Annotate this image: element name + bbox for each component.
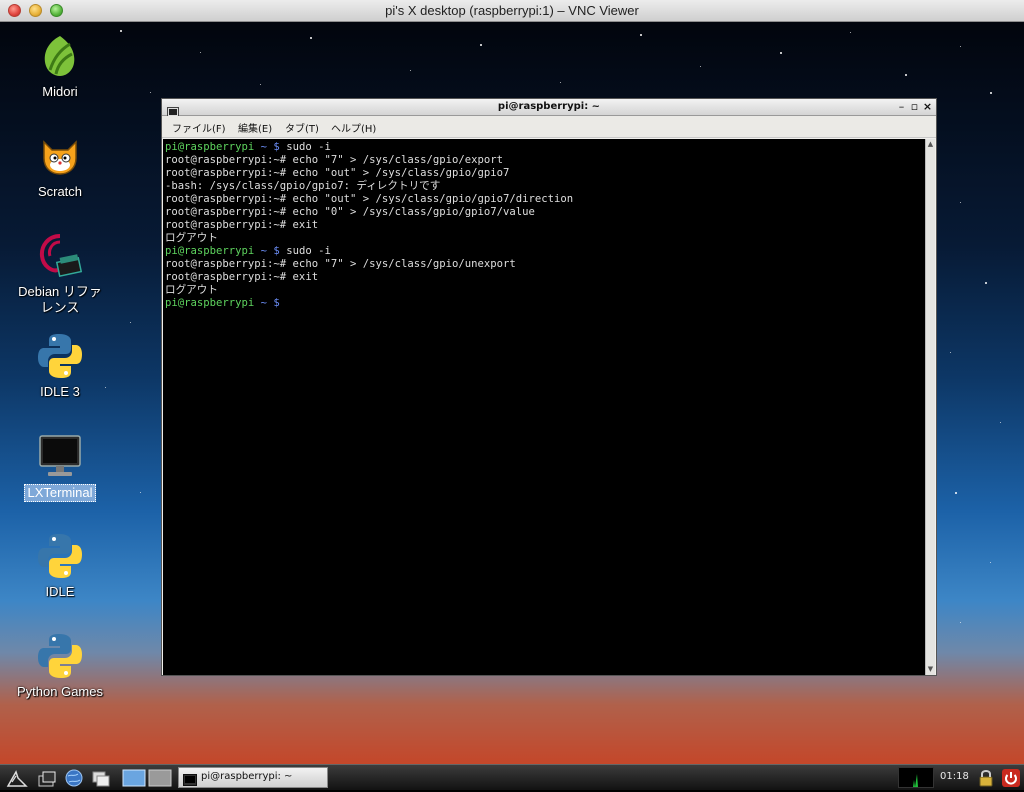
taskbar-task-terminal[interactable]: pi@raspberrypi: ~ xyxy=(178,767,328,788)
terminal-title: pi@raspberrypi: ~ xyxy=(497,101,601,112)
menu-help[interactable]: ヘルプ(H) xyxy=(331,120,376,135)
desktop-icon-label: Scratch xyxy=(37,184,83,199)
prompt-user: pi@raspberrypi xyxy=(165,141,255,153)
menu-file[interactable]: ファイル(F) xyxy=(172,120,226,135)
desktop-pager-1-icon[interactable] xyxy=(122,768,146,788)
debian-reference-icon xyxy=(36,232,84,280)
desktop-icon-scratch[interactable]: Scratch xyxy=(10,132,110,200)
lock-screen-icon[interactable] xyxy=(976,768,996,788)
terminal-line: root@raspberrypi:~# echo "7" > /sys/clas… xyxy=(165,258,925,271)
output-text: root@raspberrypi:~# echo "out" > /sys/cl… xyxy=(165,167,510,179)
power-icon[interactable] xyxy=(1001,768,1021,788)
scratch-cat-icon xyxy=(36,132,84,180)
terminal-line: root@raspberrypi:~# exit xyxy=(165,219,925,232)
desktop-icon-label: IDLE xyxy=(45,584,75,599)
output-text: ログアウト xyxy=(165,232,218,244)
command-text: sudo -i xyxy=(279,141,331,153)
prompt-path: ~ $ xyxy=(254,245,280,257)
taskbar: pi@raspberrypi: ~ 01:18 xyxy=(0,764,1024,790)
terminal-line: root@raspberrypi:~# echo "0" > /sys/clas… xyxy=(165,206,925,219)
terminal-line: pi@raspberrypi ~ $ sudo -i xyxy=(165,245,925,258)
prompt-path: ~ $ xyxy=(254,141,280,153)
vnc-titlebar: pi's X desktop (raspberrypi:1) – VNC Vie… xyxy=(0,0,1024,22)
vnc-window-title: pi's X desktop (raspberrypi:1) – VNC Vie… xyxy=(385,3,639,18)
terminal-output[interactable]: pi@raspberrypi ~ $ sudo -i root@raspberry… xyxy=(163,139,927,675)
python-icon xyxy=(36,632,84,680)
desktop-icon-label: IDLE 3 xyxy=(40,384,80,399)
desktop-icon-python-games[interactable]: Python Games xyxy=(10,632,110,700)
desktop-icon-label: Debian リファ レンス xyxy=(18,284,102,315)
terminal-launcher-icon[interactable] xyxy=(37,768,57,788)
maximize-icon[interactable]: ▫ xyxy=(908,100,921,113)
command-text: sudo -i xyxy=(279,245,331,257)
desktop-icon-midori[interactable]: Midori xyxy=(10,32,110,100)
terminal-titlebar[interactable]: pi@raspberrypi: ~ – ▫ × xyxy=(162,99,936,117)
output-text: root@raspberrypi:~# exit xyxy=(165,219,319,231)
terminal-line: root@raspberrypi:~# echo "7" > /sys/clas… xyxy=(165,154,925,167)
output-text: root@raspberrypi:~# echo "7" > /sys/clas… xyxy=(165,154,504,166)
start-menu-icon[interactable] xyxy=(6,768,28,788)
file-manager-icon[interactable] xyxy=(91,768,111,788)
minimize-icon[interactable]: – xyxy=(895,100,908,113)
terminal-line: pi@raspberrypi ~ $ xyxy=(165,297,925,310)
terminal-line: root@raspberrypi:~# exit xyxy=(165,271,925,284)
clock[interactable]: 01:18 xyxy=(940,771,969,782)
desktop-icon-label: Midori xyxy=(42,84,78,99)
terminal-line: ログアウト xyxy=(165,284,925,297)
python-icon xyxy=(36,532,84,580)
monitor-icon xyxy=(36,432,84,480)
output-text: root@raspberrypi:~# echo "out" > /sys/cl… xyxy=(165,193,574,205)
prompt-user: pi@raspberrypi xyxy=(165,245,255,257)
terminal-line: -bash: /sys/class/gpio/gpio7: ディレクトリです xyxy=(165,180,925,193)
midori-icon xyxy=(36,32,84,80)
terminal-line: root@raspberrypi:~# echo "out" > /sys/cl… xyxy=(165,193,925,206)
desktop-icon-idle-3[interactable]: IDLE 3 xyxy=(10,332,110,400)
prompt-path: ~ $ xyxy=(254,297,280,309)
terminal-icon xyxy=(183,771,197,786)
text-cursor xyxy=(286,298,293,309)
scroll-up-icon[interactable]: ▲ xyxy=(926,139,935,150)
desktop-icon-debian-reference[interactable]: Debian リファ レンス xyxy=(10,232,110,316)
terminal-window: pi@raspberrypi: ~ – ▫ × ファイル(F) 編集(E) タブ… xyxy=(161,98,937,676)
output-text: root@raspberrypi:~# exit xyxy=(165,271,319,283)
terminal-menubar: ファイル(F) 編集(E) タブ(T) ヘルプ(H) xyxy=(162,116,936,138)
terminal-scrollbar[interactable]: ▲ ▼ xyxy=(925,139,935,675)
terminal-line: root@raspberrypi:~# echo "out" > /sys/cl… xyxy=(165,167,925,180)
task-label: pi@raspberrypi: ~ xyxy=(201,771,293,782)
desktop-icon-idle[interactable]: IDLE xyxy=(10,532,110,600)
desktop-icon-label: LXTerminal xyxy=(24,484,96,502)
menu-edit[interactable]: 編集(E) xyxy=(238,120,272,135)
output-text: root@raspberrypi:~# echo "7" > /sys/clas… xyxy=(165,258,516,270)
prompt-user: pi@raspberrypi xyxy=(165,297,255,309)
desktop-icon-lxterminal[interactable]: LXTerminal xyxy=(10,432,110,502)
desktop-pager-2-icon[interactable] xyxy=(148,768,172,788)
output-text: -bash: /sys/class/gpio/gpio7: ディレクトリです xyxy=(165,180,441,192)
menu-tab[interactable]: タブ(T) xyxy=(285,120,319,135)
output-text: ログアウト xyxy=(165,284,218,296)
close-icon[interactable]: × xyxy=(921,100,934,113)
terminal-line: pi@raspberrypi ~ $ sudo -i xyxy=(165,141,925,154)
python-icon xyxy=(36,332,84,380)
desktop-icon-label: Python Games xyxy=(17,684,103,699)
cpu-monitor[interactable] xyxy=(898,767,934,788)
browser-globe-icon[interactable] xyxy=(64,768,84,788)
output-text: root@raspberrypi:~# echo "0" > /sys/clas… xyxy=(165,206,535,218)
scroll-down-icon[interactable]: ▼ xyxy=(926,664,935,675)
terminal-line: ログアウト xyxy=(165,232,925,245)
